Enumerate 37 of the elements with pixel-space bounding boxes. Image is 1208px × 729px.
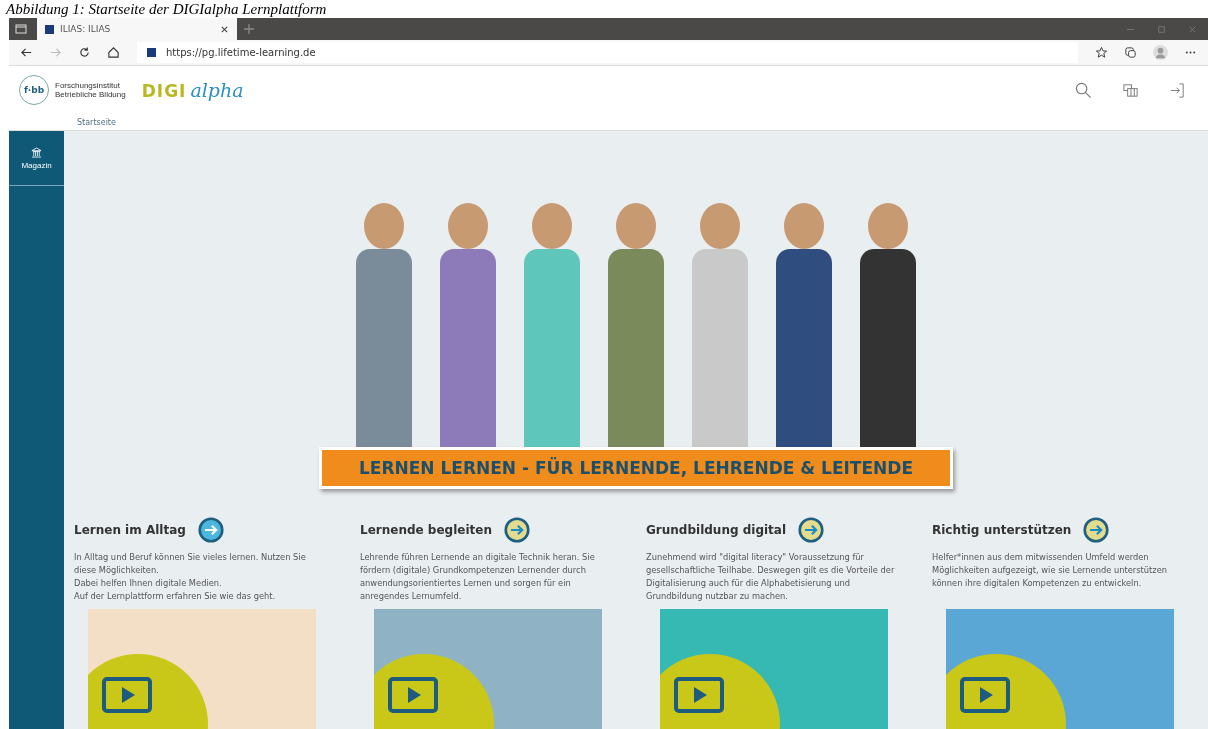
browser-tab[interactable]: ILIAS: ILIAS <box>37 18 237 40</box>
museum-icon <box>31 146 42 158</box>
favicon-icon <box>147 48 156 57</box>
favicon-icon <box>45 24 54 34</box>
search-icon[interactable] <box>1075 81 1092 99</box>
login-icon[interactable] <box>1169 81 1186 99</box>
card-title[interactable]: Grundbildung digital <box>646 523 787 537</box>
profile-avatar-icon[interactable] <box>1153 45 1168 60</box>
card-description: Helfer*innen aus dem mitwissenden Umfeld werden Möglichkeiten aufgezeigt, wie sie Lernende unterstützen können ihre digitalen Kompetenzen zu entwickeln. <box>932 551 1169 590</box>
figure-caption: Abbildung 1: Startseite der DIGIalpha Lernplattform <box>4 0 328 18</box>
video-thumbnail[interactable] <box>946 609 1174 729</box>
arrow-right-icon[interactable] <box>197 517 224 543</box>
home-icon[interactable] <box>107 46 120 59</box>
back-icon[interactable] <box>20 46 33 59</box>
address-bar[interactable]: https://pg.lifetime-learning.de <box>137 42 1078 63</box>
card-title[interactable]: Richtig unterstützen <box>932 523 1072 537</box>
card-title[interactable]: Lernen im Alltag <box>74 523 186 537</box>
arrow-right-icon[interactable] <box>798 517 825 543</box>
arrow-right-icon[interactable] <box>1083 517 1110 543</box>
video-thumbnail[interactable] <box>88 609 316 729</box>
brand-logo[interactable]: DIGI alpha <box>141 79 244 101</box>
card-description: Lehrende führen Lernende an digitale Technik heran. Sie fördern (digitale) Grundkompetenzen Lernender durch anwendungsorientiertes Lernen und sorgen für ein anregendes Lernumfeld. <box>360 551 596 603</box>
reload-icon[interactable] <box>78 46 91 59</box>
new-tab-icon[interactable] <box>243 23 255 35</box>
favorite-star-icon[interactable] <box>1095 46 1108 59</box>
arrow-right-icon[interactable] <box>503 517 530 543</box>
video-thumbnail[interactable] <box>374 609 602 729</box>
institute-name: Forschungsinstitut Betriebliche Bildung <box>55 81 126 99</box>
banner-title: LERNEN LERNEN - FÜR LERNENDE, LEHRENDE & LEITENDE <box>319 447 953 489</box>
collections-icon[interactable] <box>1124 46 1137 59</box>
close-icon[interactable] <box>220 24 229 34</box>
tab-actions-icon[interactable] <box>15 23 27 35</box>
card-description: Zunehmend wird "digital literacy" Voraussetzung für gesellschaftliche Teilhabe. Deswegen gilt es die Vorteile der Digitalisierung auch für die Alphabetisierung und Grundbildung nutzbar zu machen. <box>646 551 896 603</box>
breadcrumb-link[interactable]: Startseite <box>9 118 1208 127</box>
card-description: In Alltag und Beruf können Sie vieles lernen. Nutzen Sie diese Möglichkeiten. Dabei helfen Ihnen digitale Medien. Auf der Lernplattform erfahren Sie wie das geht. <box>74 551 307 603</box>
card-title[interactable]: Lernende begleiten <box>360 523 492 537</box>
video-thumbnail[interactable] <box>660 609 888 729</box>
